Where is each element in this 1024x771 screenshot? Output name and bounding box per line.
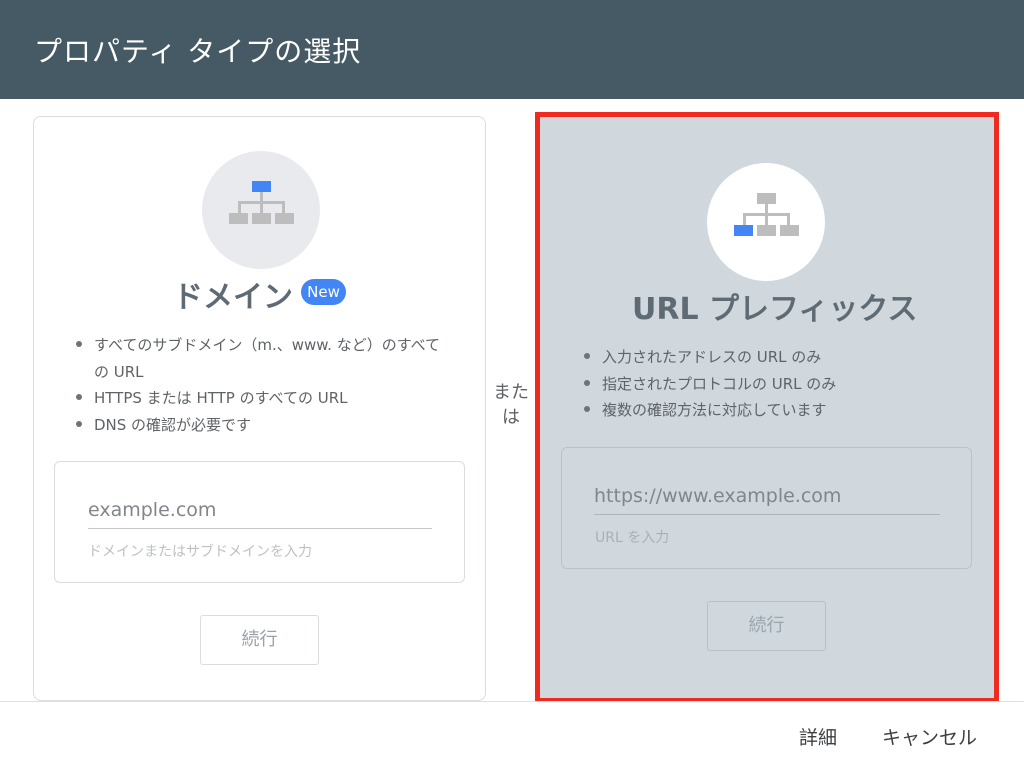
domain-property-card[interactable]: ドメイン New すべてのサブドメイン（m.、www. など）のすべての URL… [33, 116, 486, 701]
dialog-header: プロパティ タイプの選択 [0, 0, 1024, 99]
domain-input-hint: ドメインまたはサブドメインを入力 [88, 544, 312, 560]
dialog-title: プロパティ タイプの選択 [34, 35, 362, 68]
url-input-container: URL を入力 [561, 447, 972, 569]
url-prefix-property-card[interactable]: URL プレフィックス 入力されたアドレスの URL のみ 指定されたプロトコル… [535, 112, 999, 703]
url-icon-circle [707, 163, 825, 281]
details-button[interactable]: 詳細 [799, 723, 837, 750]
list-item: 複数の確認方法に対応しています [580, 397, 960, 424]
domain-icon-circle [202, 151, 320, 269]
list-item: 入力されたアドレスの URL のみ [580, 344, 960, 371]
domain-input[interactable] [88, 492, 432, 529]
new-badge: New [301, 279, 346, 305]
dialog-footer: 詳細 キャンセル [0, 701, 1024, 771]
domain-feature-list: すべてのサブドメイン（m.、www. など）のすべての URL HTTPS また… [72, 332, 442, 438]
url-feature-list: 入力されたアドレスの URL のみ 指定されたプロトコルの URL のみ 複数の… [580, 344, 960, 424]
url-input[interactable] [594, 478, 940, 515]
list-item: すべてのサブドメイン（m.、www. など）のすべての URL [72, 332, 442, 385]
or-separator: または [493, 382, 529, 428]
url-continue-button[interactable]: 続行 [707, 601, 826, 651]
list-item: 指定されたプロトコルの URL のみ [580, 371, 960, 398]
sitemap-root-icon [229, 181, 294, 224]
sitemap-leaf-icon [734, 193, 799, 236]
domain-input-container: ドメインまたはサブドメインを入力 [54, 461, 465, 583]
url-card-title: URL プレフィックス [632, 292, 918, 327]
list-item: DNS の確認が必要です [72, 412, 442, 439]
url-input-hint: URL を入力 [595, 530, 670, 546]
list-item: HTTPS または HTTP のすべての URL [72, 385, 442, 412]
domain-continue-button[interactable]: 続行 [200, 615, 319, 665]
cancel-button[interactable]: キャンセル [882, 723, 977, 750]
domain-card-title: ドメイン [173, 280, 293, 315]
